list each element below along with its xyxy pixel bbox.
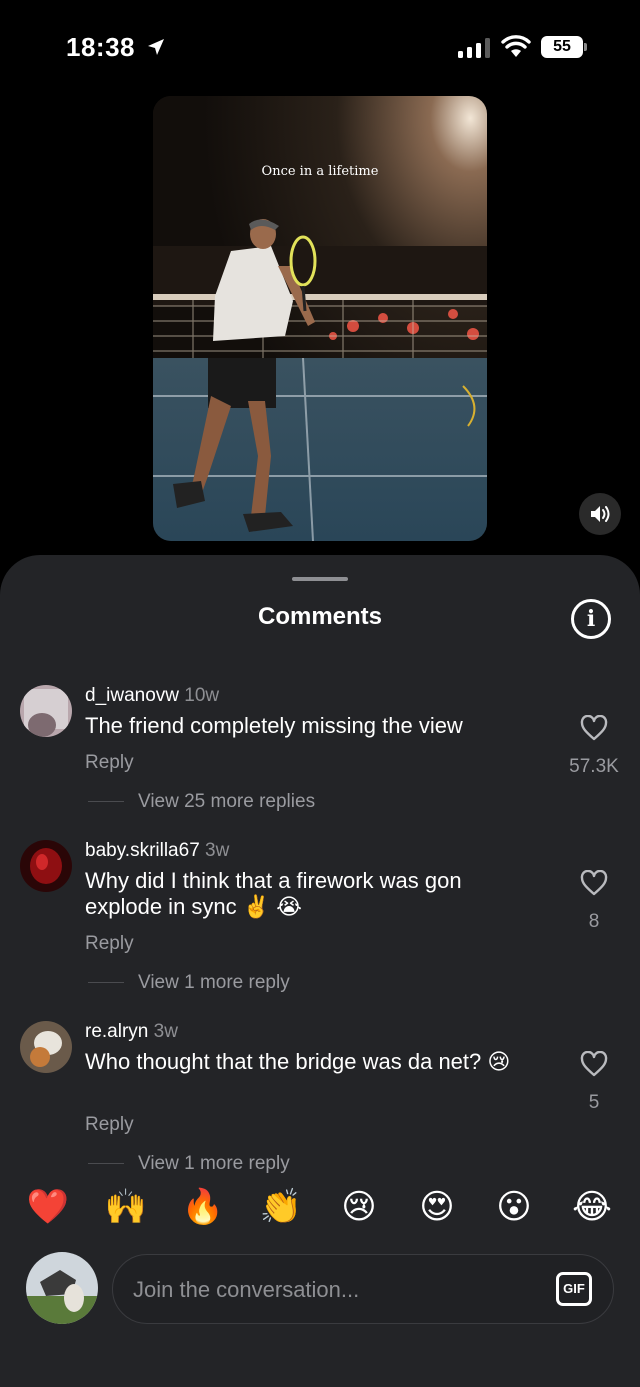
avatar[interactable]: [20, 1021, 72, 1073]
comment-input-placeholder: Join the conversation...: [133, 1277, 360, 1302]
view-replies-button[interactable]: View 25 more replies: [88, 791, 315, 813]
comment-text: Why did I think that a firework was gon …: [85, 868, 462, 919]
comment-composer: Join the conversation... GIF: [0, 1252, 640, 1332]
avatar[interactable]: [20, 840, 72, 892]
comment-text: The friend completely missing the view: [85, 713, 463, 738]
wifi-icon: [501, 35, 531, 57]
view-replies-label: View 1 more reply: [138, 1153, 290, 1174]
heart-icon[interactable]: [580, 870, 608, 896]
emoji-heart-eyes-button[interactable]: 😍: [415, 1185, 459, 1229]
emoji-reaction-bar: ❤️ 🙌 🔥 👏 😢 😍 😮 😂: [0, 1185, 640, 1235]
view-replies-button[interactable]: View 1 more reply: [88, 1153, 290, 1175]
comment-item: re.alryn 3w Who thought that the bridge …: [0, 1009, 640, 1177]
comment-item: baby.skrilla67 3w Why did I think that a…: [0, 828, 640, 998]
comment-list[interactable]: d_iwanovw 10w The friend completely miss…: [0, 673, 640, 1177]
view-replies-label: View 1 more reply: [138, 972, 290, 993]
emoji-fire-button[interactable]: 🔥: [181, 1185, 225, 1229]
status-time: 18:38: [66, 32, 135, 62]
info-button[interactable]: i: [571, 599, 611, 639]
video-frame-image: [153, 96, 487, 541]
status-bar: 18:38 55: [0, 0, 640, 95]
like-count: 5: [588, 1092, 600, 1113]
reply-button[interactable]: Reply: [85, 752, 134, 774]
comments-sheet: Comments i d_iwanovw 10w The friend comp…: [0, 555, 640, 1387]
comment-time: 10w: [184, 685, 220, 706]
battery-level: 55: [541, 36, 583, 58]
sheet-title: Comments: [257, 603, 383, 630]
emoji-raised-hands-button[interactable]: 🙌: [104, 1185, 148, 1229]
comment-time: 3w: [153, 1021, 178, 1042]
cellular-signal-icon: [458, 38, 490, 58]
view-replies-button[interactable]: View 1 more reply: [88, 972, 290, 994]
comment-header: baby.skrilla67 3w: [85, 840, 229, 862]
heart-icon[interactable]: [580, 1051, 608, 1077]
sheet-grabber[interactable]: [292, 577, 348, 581]
battery-icon: 55: [541, 36, 587, 58]
emoji-crying-button[interactable]: 😢: [337, 1185, 381, 1229]
like-count: 8: [588, 911, 600, 932]
gif-button[interactable]: GIF: [556, 1272, 592, 1306]
my-avatar[interactable]: [26, 1252, 98, 1324]
reply-button[interactable]: Reply: [85, 1114, 134, 1136]
speaker-icon: [591, 506, 610, 522]
mute-button[interactable]: [579, 493, 621, 535]
comment-input[interactable]: Join the conversation... GIF: [112, 1254, 614, 1324]
comment-header: re.alryn 3w: [85, 1021, 178, 1043]
comment-username[interactable]: baby.skrilla67: [85, 840, 200, 861]
emoji-laughing-button[interactable]: 😂: [570, 1185, 614, 1229]
comment-header: d_iwanovw 10w: [85, 685, 219, 707]
reply-button[interactable]: Reply: [85, 933, 134, 955]
comment-username[interactable]: d_iwanovw: [85, 685, 179, 706]
video-player[interactable]: [153, 96, 487, 541]
emoji-clap-button[interactable]: 👏: [259, 1185, 303, 1229]
avatar[interactable]: [20, 685, 72, 737]
comment-item: d_iwanovw 10w The friend completely miss…: [0, 673, 640, 813]
comment-username[interactable]: re.alryn: [85, 1021, 148, 1042]
info-icon: i: [586, 606, 596, 632]
video-caption: Once in a lifetime: [261, 164, 379, 179]
location-arrow-icon: [148, 39, 164, 55]
emoji-heart-button[interactable]: ❤️: [26, 1185, 70, 1229]
like-count: 57.3K: [569, 756, 619, 777]
view-replies-label: View 25 more replies: [138, 791, 316, 812]
comment-time: 3w: [205, 840, 230, 861]
heart-icon[interactable]: [580, 715, 608, 741]
comment-text: Who thought that the bridge was da net? …: [85, 1049, 511, 1074]
emoji-surprised-button[interactable]: 😮: [492, 1185, 536, 1229]
